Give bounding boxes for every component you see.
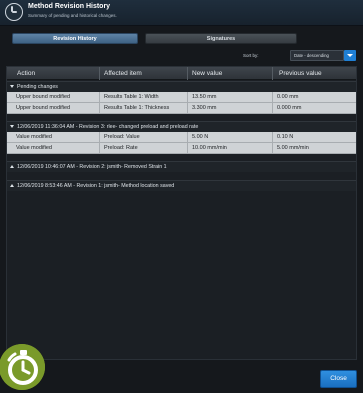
table-row[interactable]: Upper bound modified Results Table 1: Wi…: [7, 92, 356, 103]
cell-new-value: 3.300 mm: [187, 103, 272, 114]
collapse-triangle-icon: [10, 184, 14, 188]
group-pending-changes[interactable]: Pending changes: [7, 81, 356, 92]
dialog-title: Method Revision History: [28, 3, 111, 10]
chevron-down-icon[interactable]: [344, 50, 356, 61]
dialog-subtitle: Summary of pending and historical change…: [28, 13, 117, 18]
sort-by-label: Sort by:: [243, 53, 259, 58]
dialog-header: Method Revision History Summary of pendi…: [0, 0, 363, 26]
revision-table: Action Affected item New value Previous …: [6, 66, 357, 360]
cell-action: Value modified: [16, 145, 52, 151]
cell-action: Upper bound modified: [16, 105, 71, 111]
cell-affected-item: Preload: Rate: [99, 143, 187, 154]
tab-signatures[interactable]: Signatures: [145, 33, 297, 44]
cell-action: Upper bound modified: [16, 94, 71, 100]
table-row[interactable]: Value modified Preload: Value 5.00 N 0.1…: [7, 132, 356, 143]
table-header: Action Affected item New value Previous …: [7, 67, 356, 80]
column-header-action: Action: [17, 70, 36, 77]
group-label: 12/06/2019 11:36:04 AM - Revision 3: rle…: [17, 124, 199, 130]
column-header-affected-item: Affected item: [104, 70, 142, 77]
group-label: Pending changes: [17, 84, 58, 90]
column-header-previous-value: Previous value: [279, 70, 322, 77]
sort-by-dropdown[interactable]: Date - descending: [290, 50, 344, 61]
cell-action: Value modified: [16, 134, 52, 140]
column-divider: [99, 67, 100, 80]
column-divider: [272, 67, 273, 80]
group-label: 12/06/2019 8:53:46 AM - Revision 1: jsmi…: [17, 183, 175, 189]
expand-triangle-icon: [10, 85, 14, 89]
cell-new-value: 5.00 N: [187, 132, 272, 143]
cell-affected-item: Results Table 1: Width: [99, 92, 187, 103]
stopwatch-icon: [5, 3, 23, 21]
cell-previous-value: 0.10 N: [272, 132, 356, 143]
cell-affected-item: Preload: Value: [99, 132, 187, 143]
group-label: 12/06/2019 10:46:07 AM - Revision 2: jsm…: [17, 164, 167, 170]
cell-previous-value: 5.00 mm/min: [272, 143, 356, 154]
close-button[interactable]: Close: [320, 370, 357, 388]
collapse-triangle-icon: [10, 165, 14, 169]
stopwatch-icon: [0, 344, 45, 390]
column-divider: [187, 67, 188, 80]
group-revision-2[interactable]: 12/06/2019 10:46:07 AM - Revision 2: jsm…: [7, 161, 356, 172]
footer-bar: [0, 365, 363, 393]
cell-new-value: 13.50 mm: [187, 92, 272, 103]
expand-triangle-icon: [10, 125, 14, 129]
cell-new-value: 10.00 mm/min: [187, 143, 272, 154]
table-row[interactable]: Value modified Preload: Rate 10.00 mm/mi…: [7, 143, 356, 154]
cell-affected-item: Results Table 1: Thickness: [99, 103, 187, 114]
group-revision-1[interactable]: 12/06/2019 8:53:46 AM - Revision 1: jsmi…: [7, 180, 356, 191]
group-revision-3[interactable]: 12/06/2019 11:36:04 AM - Revision 3: rle…: [7, 121, 356, 132]
column-header-new-value: New value: [192, 70, 223, 77]
cell-previous-value: 0.00 mm: [272, 92, 356, 103]
table-row[interactable]: Upper bound modified Results Table 1: Th…: [7, 103, 356, 114]
cell-previous-value: 0.000 mm: [272, 103, 356, 114]
tab-bar: Revision History Signatures: [6, 33, 357, 45]
tab-revision-history[interactable]: Revision History: [12, 33, 138, 44]
